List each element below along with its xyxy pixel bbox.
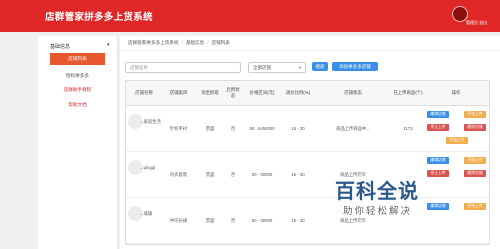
app-title: 店群管家拼多多上货系统 [45,12,153,23]
search-button[interactable]: 搜索 [312,62,328,71]
delete-store-button[interactable]: 删除店铺 [464,124,486,131]
delete-store-button[interactable]: 删除店铺 [464,170,486,177]
sidebar: 基础信息 ▾ 店铺列表 授权拼多多 店群助手教程 帮助文档 [38,36,118,249]
store-filter-select[interactable]: 全部店铺 ▼ [248,62,306,73]
taobao-source: 贯盛 [205,172,215,177]
price-range: 50 - 30000 [251,218,273,223]
table-header: 店铺名称 店铺类目 淘宝抓取 启用状态 价格区间(元) 调价比例(%) 店铺状态… [126,81,489,106]
price-ratio: 15 - 30 [291,172,305,177]
breadcrumb-item-current: 店铺列表 [211,40,230,45]
breadcrumb: 店群管家拼多多上货系统 / 基础信息 / 店铺列表 [128,40,230,46]
table-row: ...家居生活 针织手衬 贯盛 否 50 - 5450000 15 - 30 商… [126,106,489,152]
price-range: 50 - 5450000 [249,126,275,131]
chevron-down-icon: ▼ [298,65,302,70]
breadcrumb-separator: / [181,40,183,45]
divider [120,50,500,51]
start-upload-button[interactable]: 开始上传 [464,157,486,164]
store-name: ...城铺 [140,211,153,216]
sidebar-item-store-list[interactable]: 店铺列表 [50,53,105,65]
enabled-status: 否 [230,172,236,177]
store-name-search-input[interactable]: 店铺名称 [125,62,241,73]
watermark-title: 百科全说 [335,179,419,203]
sidebar-item-authorize[interactable]: 授权拼多多 [50,70,105,82]
store-category: 内衣套装 [169,172,188,177]
store-filter-value: 全部店铺 [253,65,271,70]
caret-down-icon[interactable]: ▾ [107,42,110,48]
watermark: 百科全说 助你轻松解决 [335,175,455,225]
column-header: 已上传商品(个) [393,90,423,95]
store-name: ...家居生活 [140,119,161,124]
enabled-status: 否 [230,126,236,131]
edit-store-button[interactable]: 编辑店铺 [427,157,449,164]
price-range: 50 - 30000 [251,172,273,177]
column-header: 店铺状态 [344,90,362,95]
column-header: 店铺名称 [135,90,153,95]
store-category: 中印长裙 [169,218,188,223]
user-name[interactable]: 管理员 退出 [466,20,487,26]
breadcrumb-separator: / [207,40,209,45]
column-header: 调价比例(%) [285,90,311,95]
stop-upload-button[interactable]: 停止上传 [427,124,449,131]
sidebar-header[interactable]: 基础信息 [50,43,70,50]
column-header: 价格区间(元) [249,90,275,95]
enabled-status: 否 [230,218,236,223]
breadcrumb-item[interactable]: 店群管家拼多多上货系统 [128,40,179,45]
store-status: 商品上传商品中... [336,126,370,131]
start-upload-button[interactable]: 开始上传 [464,111,486,118]
store-name: ...qingqi [140,165,156,170]
uploaded-count: 1173 [403,126,413,131]
column-header: 店铺类目 [169,90,188,95]
taobao-source: 贯盛 [205,218,215,223]
start-upload-button[interactable]: 开始上传 [464,203,486,210]
column-header: 淘宝抓取 [201,90,219,95]
store-category: 针织手衬 [169,126,188,131]
taobao-source: 贯盛 [205,126,215,131]
price-ratio: 15 - 30 [291,218,305,223]
start-upload-button[interactable]: 开始上传 [446,137,468,144]
column-header: 启用状态 [226,87,240,98]
top-bar: 店群管家拼多多上货系统 管理员 退出 [0,0,500,32]
breadcrumb-item[interactable]: 基础信息 [186,40,204,45]
price-ratio: 15 - 30 [291,126,305,131]
sidebar-item-help[interactable]: 帮助文档 [50,99,105,111]
sidebar-item-tutorial[interactable]: 店群助手教程 [50,84,105,96]
column-header: 操作 [451,90,461,95]
add-store-button[interactable]: 添加拼多多店铺 [332,62,378,71]
edit-store-button[interactable]: 编辑店铺 [427,111,449,118]
watermark-subtitle: 助你轻松解决 [343,206,413,217]
